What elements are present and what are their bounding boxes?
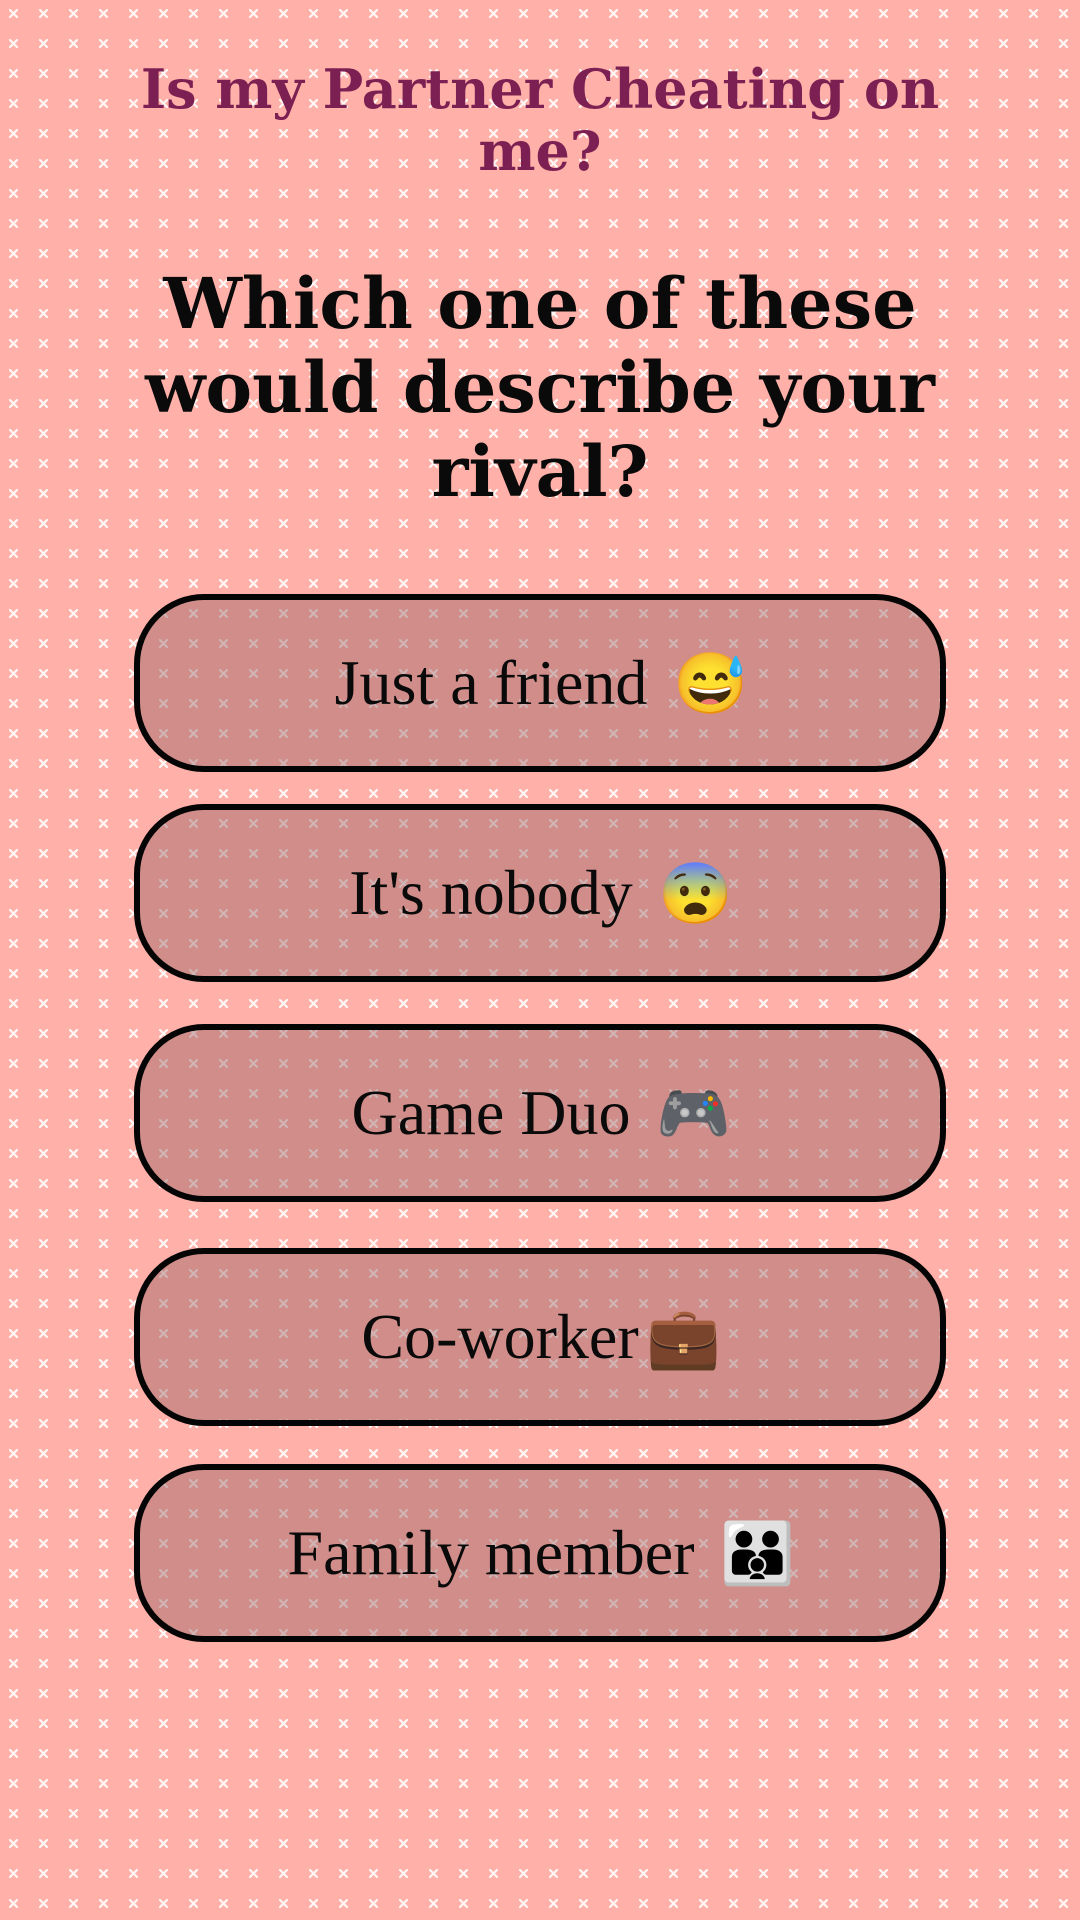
- option-just-a-friend-button[interactable]: Just a friend 😅: [134, 594, 946, 772]
- grinning-sweat-icon: 😅: [673, 648, 748, 719]
- page-title: Is my Partner Cheating on me?: [140, 57, 940, 183]
- option-label: Co-worker: [361, 1301, 639, 1372]
- family-icon: 👪: [720, 1518, 795, 1589]
- option-co-worker-button[interactable]: Co-worker 💼: [134, 1248, 946, 1426]
- option-game-duo-button[interactable]: Game Duo 🎮: [134, 1024, 946, 1202]
- option-label: Family member: [287, 1517, 695, 1588]
- briefcase-icon: 💼: [646, 1302, 721, 1373]
- option-family-member-button[interactable]: Family member 👪: [134, 1464, 946, 1642]
- option-label: Game Duo: [351, 1077, 631, 1148]
- fearful-face-icon: 😨: [658, 858, 734, 929]
- quiz-screen: Is my Partner Cheating on me? Which one …: [0, 0, 1080, 1920]
- game-controller-icon: 🎮: [656, 1078, 731, 1149]
- option-label: Just a friend: [334, 647, 648, 718]
- option-label: It's nobody: [349, 857, 633, 928]
- question-text: Which one of these would describe your r…: [145, 262, 935, 513]
- option-its-nobody-button[interactable]: It's nobody 😨: [134, 804, 946, 982]
